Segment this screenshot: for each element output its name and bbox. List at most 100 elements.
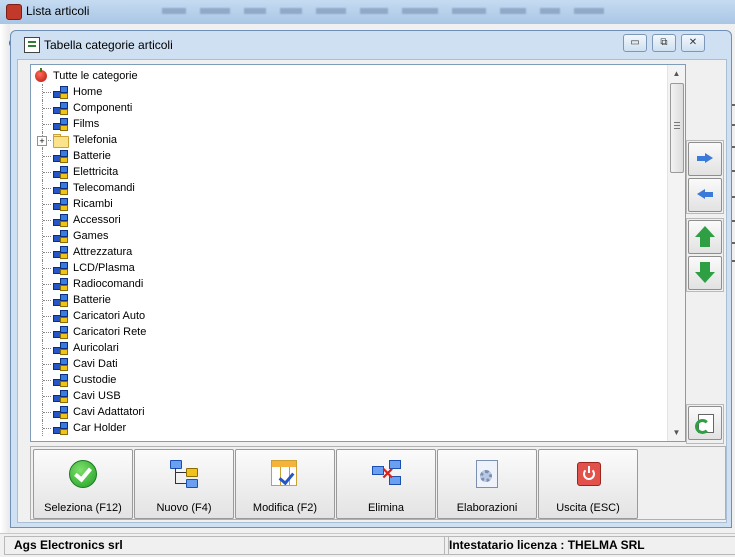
- edit-button[interactable]: Modifica (F2): [235, 449, 335, 519]
- edit-button-label: Modifica (F2): [252, 502, 318, 514]
- tree-item[interactable]: Attrezzatura: [31, 244, 661, 260]
- tree-item[interactable]: Auricolari: [31, 340, 661, 356]
- check-icon: [69, 460, 97, 488]
- outer-window-title: Lista articoli: [26, 4, 90, 18]
- status-company: Ags Electronics srl: [4, 536, 449, 555]
- refresh-icon: [695, 413, 715, 434]
- dialog-titlebar[interactable]: Tabella categorie articoli ▭ ⧉ ✕: [11, 31, 731, 59]
- tree-list: Tutte le categorie Home Componenti Films + T…: [31, 65, 667, 441]
- tree-item-label: Car Holder: [73, 422, 127, 434]
- tree-item[interactable]: Ricambi: [31, 196, 661, 212]
- tree-line: [43, 300, 51, 302]
- tree-item-label: Attrezzatura: [73, 246, 133, 258]
- tree-item-label: Telecomandi: [73, 182, 135, 194]
- network-icon: [53, 406, 68, 419]
- tree-line: [43, 220, 51, 222]
- tree-item[interactable]: Elettricita: [31, 164, 661, 180]
- scroll-thumb[interactable]: [670, 83, 684, 173]
- network-icon: [53, 278, 68, 291]
- tree-item[interactable]: + Telefonia: [31, 132, 661, 148]
- edit-grid-icon: [271, 460, 297, 486]
- process-button[interactable]: Elaborazioni: [437, 449, 537, 519]
- tree-item-label: Batterie: [73, 294, 111, 306]
- tree-line: [43, 252, 51, 254]
- tree-item-label: Accessori: [73, 214, 121, 226]
- tree-item[interactable]: Home: [31, 84, 661, 100]
- tree-add-icon: [170, 460, 198, 488]
- new-button[interactable]: Nuovo (F4): [134, 449, 234, 519]
- tree-item-label: Cavi Dati: [73, 358, 118, 370]
- tree-item[interactable]: Telecomandi: [31, 180, 661, 196]
- scroll-up-arrow[interactable]: ▲: [668, 65, 685, 82]
- tree-item[interactable]: Caricatori Rete: [31, 324, 661, 340]
- tree-item-label: Auricolari: [73, 342, 119, 354]
- tree-line: [43, 172, 51, 174]
- tree-scrollbar[interactable]: ▲ ▼: [667, 65, 685, 441]
- tree-line: [43, 204, 51, 206]
- move-right-button[interactable]: [688, 142, 722, 176]
- new-button-label: Nuovo (F4): [156, 502, 212, 514]
- tree-line: [43, 364, 51, 366]
- scroll-down-arrow[interactable]: ▼: [668, 424, 685, 441]
- network-icon: [53, 230, 68, 243]
- tree-item[interactable]: Cavi Adattatori: [31, 404, 661, 420]
- category-tree[interactable]: Tutte le categorie Home Componenti Films + T…: [30, 64, 686, 442]
- gear-document-icon: [473, 460, 501, 488]
- tree-item[interactable]: Car Holder: [31, 420, 661, 436]
- network-icon: [53, 422, 68, 435]
- network-icon: [53, 310, 68, 323]
- network-icon: [53, 150, 68, 163]
- tree-item-label: Caricatori Rete: [73, 326, 147, 338]
- tree-item[interactable]: Componenti: [31, 100, 661, 116]
- tree-line: [43, 428, 51, 430]
- restore-button[interactable]: ⧉: [652, 34, 676, 52]
- tree-line: [43, 380, 51, 382]
- categories-dialog: Tabella categorie articoli ▭ ⧉ ✕ Tutte l…: [10, 30, 732, 528]
- tree-item[interactable]: Films: [31, 116, 661, 132]
- exit-button[interactable]: Uscita (ESC): [538, 449, 638, 519]
- list-icon: [24, 37, 40, 53]
- tree-item-label: Films: [73, 118, 100, 130]
- tree-item[interactable]: Batterie: [31, 292, 661, 308]
- select-button[interactable]: Seleziona (F12): [33, 449, 133, 519]
- tree-item[interactable]: Games: [31, 228, 661, 244]
- tree-line: [43, 236, 51, 238]
- outer-window-titlebar: Lista articoli: [0, 0, 735, 24]
- network-icon: [53, 294, 68, 307]
- tree-line: [43, 268, 51, 270]
- tree-line: [43, 124, 51, 126]
- move-up-button[interactable]: [688, 220, 722, 254]
- delete-button[interactable]: ✕ Elimina: [336, 449, 436, 519]
- network-icon: [53, 326, 68, 339]
- minimize-button[interactable]: ▭: [623, 34, 647, 52]
- tree-item[interactable]: Cavi USB: [31, 388, 661, 404]
- app-icon: [6, 4, 22, 20]
- tree-item-label: Cavi USB: [73, 390, 121, 402]
- tree-item[interactable]: Custodie: [31, 372, 661, 388]
- expand-toggle[interactable]: +: [37, 136, 47, 146]
- tree-line: [43, 332, 51, 334]
- outer-left-strip: [0, 24, 10, 534]
- tree-item-label: Games: [73, 230, 109, 242]
- close-button[interactable]: ✕: [681, 34, 705, 52]
- tree-root[interactable]: Tutte le categorie: [31, 68, 661, 84]
- network-icon: [53, 342, 68, 355]
- tree-item[interactable]: Caricatori Auto: [31, 308, 661, 324]
- tree-line: [43, 284, 51, 286]
- tree-item[interactable]: LCD/Plasma: [31, 260, 661, 276]
- arrow-up-icon: [695, 226, 715, 248]
- tree-line: [43, 188, 51, 190]
- tree-line: [43, 396, 51, 398]
- tree-item[interactable]: Batterie: [31, 148, 661, 164]
- tree-item[interactable]: Cavi Dati: [31, 356, 661, 372]
- tree-item-label: Caricatori Auto: [73, 310, 146, 322]
- tree-item-label: Batterie: [73, 150, 111, 162]
- tree-item[interactable]: Accessori: [31, 212, 661, 228]
- dialog-title: Tabella categorie articoli: [44, 38, 173, 52]
- move-left-button[interactable]: [688, 178, 722, 212]
- move-down-button[interactable]: [688, 256, 722, 290]
- delete-node-icon: ✕: [372, 460, 401, 488]
- tree-line: [43, 412, 51, 414]
- refresh-button[interactable]: [688, 406, 722, 440]
- tree-item[interactable]: Radiocomandi: [31, 276, 661, 292]
